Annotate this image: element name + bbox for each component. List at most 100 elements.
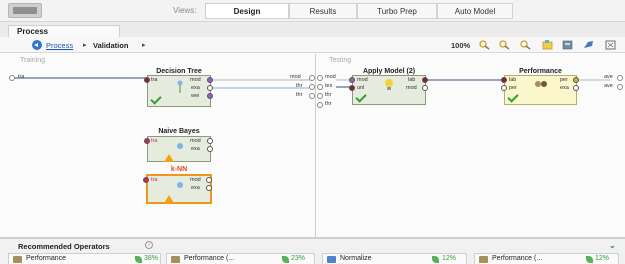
views-label: Views: <box>173 6 197 15</box>
recommended-item-2[interactable]: Performance (... 23% <box>166 253 315 264</box>
info-icon[interactable]: i <box>145 241 153 249</box>
breadcrumb: Process ▸ Validation ▸ 100% <box>0 37 625 53</box>
decision-tree-port-wei[interactable] <box>207 93 213 99</box>
leaf-icon <box>282 256 289 263</box>
testing-output-port-label-1: ave <box>604 74 613 80</box>
breadcrumb-process-link[interactable]: Process <box>46 41 73 50</box>
knn-port-exa-label: exa <box>191 185 200 191</box>
breadcrumb-separator-end: ▸ <box>142 42 146 49</box>
recommended-item-pct: 12% <box>595 255 610 262</box>
performance-port-per[interactable] <box>501 85 507 91</box>
recommended-item-pct: 12% <box>442 255 457 262</box>
naive-bayes-port-exa[interactable] <box>207 146 213 152</box>
knn-title: k-NN <box>170 166 188 173</box>
apply-model-port-mod-out[interactable] <box>422 85 428 91</box>
show-ports-icon[interactable] <box>562 40 573 50</box>
tab-results[interactable]: Results <box>289 3 357 19</box>
recommended-operators-title: Recommended Operators <box>18 242 110 251</box>
zoom-level: 100% <box>451 41 471 50</box>
testing-output-port-label-2: ave <box>604 83 613 89</box>
breadcrumb-separator: ▸ <box>83 42 87 49</box>
zoom-fit-icon[interactable] <box>479 40 490 50</box>
testing-input-port-1[interactable] <box>317 75 323 81</box>
naive-bayes-port-exa-label: exa <box>191 146 200 152</box>
testing-output-port-1[interactable] <box>617 75 623 81</box>
tab-turbo-prep[interactable]: Turbo Prep <box>357 3 437 19</box>
knn-operator[interactable]: tra mod exa <box>143 174 212 204</box>
apply-model-port-lab[interactable] <box>422 77 428 83</box>
normalize-operator-icon <box>327 256 336 263</box>
apply-model-port-lab-label: lab <box>408 77 416 83</box>
apply-model-operator[interactable]: mod unl lab mod <box>349 75 428 105</box>
training-output-port-3[interactable] <box>309 93 315 99</box>
knn-port-tra[interactable] <box>143 177 149 183</box>
tab-design[interactable]: Design <box>205 3 289 19</box>
naive-bayes-port-mod-label: mod <box>190 138 201 144</box>
recommended-item-3[interactable]: Normalize 12% <box>322 253 467 264</box>
knn-warning-icon <box>164 195 174 203</box>
performance-status-ok-icon <box>507 91 519 103</box>
knn-port-exa[interactable] <box>206 185 212 191</box>
performance-operator-icon <box>13 256 22 263</box>
performance-icon <box>535 81 547 87</box>
testing-input-port-2[interactable] <box>317 84 323 90</box>
recommended-item-pct: 23% <box>291 255 306 262</box>
process-panel-header: Process <box>0 22 625 37</box>
testing-input-port-4[interactable] <box>317 102 323 108</box>
performance-port-lab[interactable] <box>501 77 507 83</box>
training-output-port-label-1: mod <box>290 74 301 80</box>
process-canvas[interactable]: Training Testing tra mod thr thr Decisio… <box>0 54 625 238</box>
recommended-item-4[interactable]: Performance (... 12% <box>474 253 619 264</box>
leaf-icon <box>586 256 593 263</box>
naive-bayes-port-mod[interactable] <box>207 138 213 144</box>
naive-bayes-port-tra[interactable] <box>144 138 150 144</box>
decision-tree-operator[interactable]: tra mod exa wei <box>144 75 213 107</box>
chevron-down-icon[interactable]: ⌄ <box>609 241 616 250</box>
testing-input-port-3[interactable] <box>317 93 323 99</box>
apply-model-port-mod-label: mod <box>357 77 368 83</box>
recommended-item-label: Performance (... <box>492 255 543 262</box>
training-output-port-1[interactable] <box>309 75 315 81</box>
zoom-in-icon[interactable] <box>499 40 510 50</box>
decision-tree-port-mod-label: mod <box>190 77 201 83</box>
training-input-port[interactable] <box>9 75 15 81</box>
decision-tree-port-mod[interactable] <box>207 77 213 83</box>
panel-toggle-button[interactable] <box>8 3 42 18</box>
decision-tree-port-exa-label: exa <box>191 85 200 91</box>
tab-auto-model[interactable]: Auto Model <box>437 3 513 19</box>
process-panel-tab[interactable]: Process <box>8 25 120 37</box>
knn-port-tra-label: tra <box>151 177 158 183</box>
decision-tree-port-tra[interactable] <box>144 77 150 83</box>
leaf-icon <box>135 256 142 263</box>
decision-tree-port-wei-label: wei <box>191 93 200 99</box>
fit-window-icon[interactable] <box>605 40 616 50</box>
apply-model-port-mod[interactable] <box>349 77 355 83</box>
naive-bayes-icon <box>177 143 183 149</box>
recommended-item-1[interactable]: Performance 38% <box>8 253 161 264</box>
performance-port-per-out[interactable] <box>573 77 579 83</box>
performance-port-exa-label: exa <box>560 85 569 91</box>
training-output-port-label-3: thr <box>296 92 303 98</box>
back-arrow-icon[interactable] <box>32 40 42 50</box>
auto-layout-icon[interactable] <box>542 40 553 50</box>
apply-model-icon <box>385 79 393 90</box>
training-output-port-2[interactable] <box>309 84 315 90</box>
apply-model-title: Apply Model (2) <box>362 68 416 75</box>
testing-output-port-2[interactable] <box>617 84 623 90</box>
naive-bayes-operator[interactable]: tra mod exa <box>144 136 213 162</box>
training-input-port-label: tra <box>18 74 25 80</box>
decision-tree-port-tra-label: tra <box>151 77 158 83</box>
performance-port-lab-label: lab <box>509 77 517 83</box>
testing-input-port-label-2: tes <box>325 83 333 89</box>
performance-title: Performance <box>519 68 562 75</box>
decision-tree-icon <box>177 80 183 93</box>
knn-port-mod[interactable] <box>206 177 212 183</box>
naive-bayes-title: Naive Bayes <box>158 128 200 135</box>
recommended-item-label: Performance (... <box>184 255 235 262</box>
add-note-icon[interactable] <box>583 40 594 50</box>
performance-port-exa[interactable] <box>573 85 579 91</box>
zoom-out-icon[interactable] <box>520 40 531 50</box>
decision-tree-port-exa[interactable] <box>207 85 213 91</box>
apply-model-port-unl[interactable] <box>349 85 355 91</box>
performance-operator[interactable]: lab per per exa <box>501 75 579 105</box>
